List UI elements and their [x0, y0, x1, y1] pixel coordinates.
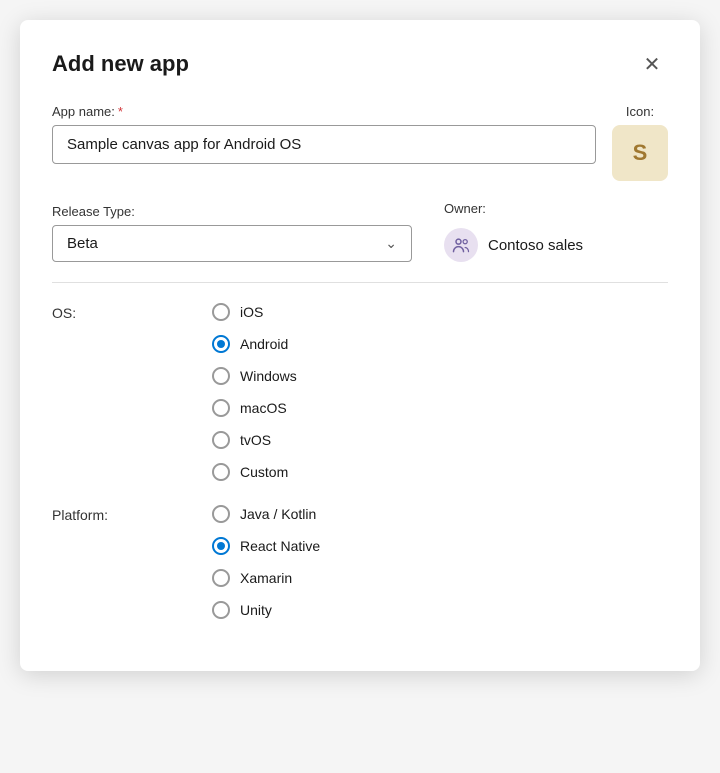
- os-radio-android[interactable]: [212, 335, 230, 353]
- top-section: App name: * Icon: S: [52, 104, 668, 181]
- app-icon-avatar[interactable]: S: [612, 125, 668, 181]
- release-owner-row: Release Type: Beta ⌄ Owner: Contoso sale…: [52, 201, 668, 262]
- platform-option-unity[interactable]: Unity: [212, 601, 320, 619]
- platform-radio-unity[interactable]: [212, 601, 230, 619]
- add-new-app-dialog: Add new app ✕ App name: * Icon: S Releas…: [20, 20, 700, 671]
- dialog-title: Add new app: [52, 51, 189, 77]
- os-radio-android-inner: [217, 340, 225, 348]
- platform-radio-java-kotlin[interactable]: [212, 505, 230, 523]
- os-label: OS:: [52, 303, 212, 481]
- platform-radio-group: Java / Kotlin React Native Xamarin Unity: [212, 505, 320, 619]
- os-radio-group: iOS Android Windows macOS tvOS: [212, 303, 297, 481]
- dialog-header: Add new app ✕: [52, 48, 668, 80]
- icon-label: Icon:: [626, 104, 654, 119]
- os-option-custom[interactable]: Custom: [212, 463, 297, 481]
- os-radio-custom[interactable]: [212, 463, 230, 481]
- release-type-value: Beta: [67, 235, 98, 252]
- os-radio-windows[interactable]: [212, 367, 230, 385]
- release-type-label: Release Type:: [52, 204, 412, 219]
- platform-option-xamarin[interactable]: Xamarin: [212, 569, 320, 587]
- release-type-section: Release Type: Beta ⌄: [52, 204, 412, 262]
- os-option-tvos[interactable]: tvOS: [212, 431, 297, 449]
- os-section: OS: iOS Android Windows macOS: [52, 303, 668, 481]
- release-type-dropdown[interactable]: Beta ⌄: [52, 225, 412, 262]
- platform-radio-xamarin[interactable]: [212, 569, 230, 587]
- owner-name: Contoso sales: [488, 237, 583, 254]
- platform-radio-react-native[interactable]: [212, 537, 230, 555]
- os-radio-tvos[interactable]: [212, 431, 230, 449]
- owner-content: Contoso sales: [444, 228, 583, 262]
- owner-icon: [444, 228, 478, 262]
- icon-section: Icon: S: [612, 104, 668, 181]
- app-name-section: App name: *: [52, 104, 596, 164]
- app-name-input[interactable]: [52, 125, 596, 164]
- platform-label: Platform:: [52, 505, 212, 619]
- os-radio-macos[interactable]: [212, 399, 230, 417]
- platform-radio-react-native-inner: [217, 542, 225, 550]
- owner-section: Owner: Contoso sales: [444, 201, 583, 262]
- os-option-ios[interactable]: iOS: [212, 303, 297, 321]
- os-radio-ios[interactable]: [212, 303, 230, 321]
- owner-label: Owner:: [444, 201, 583, 216]
- os-option-macos[interactable]: macOS: [212, 399, 297, 417]
- people-icon: [451, 235, 471, 255]
- os-option-windows[interactable]: Windows: [212, 367, 297, 385]
- platform-option-java-kotlin[interactable]: Java / Kotlin: [212, 505, 320, 523]
- close-button[interactable]: ✕: [636, 48, 668, 80]
- platform-section: Platform: Java / Kotlin React Native Xam…: [52, 505, 668, 619]
- required-indicator: *: [118, 104, 123, 119]
- section-divider: [52, 282, 668, 283]
- platform-option-react-native[interactable]: React Native: [212, 537, 320, 555]
- dropdown-arrow-icon: ⌄: [385, 235, 397, 252]
- app-name-label: App name: *: [52, 104, 596, 119]
- os-option-android[interactable]: Android: [212, 335, 297, 353]
